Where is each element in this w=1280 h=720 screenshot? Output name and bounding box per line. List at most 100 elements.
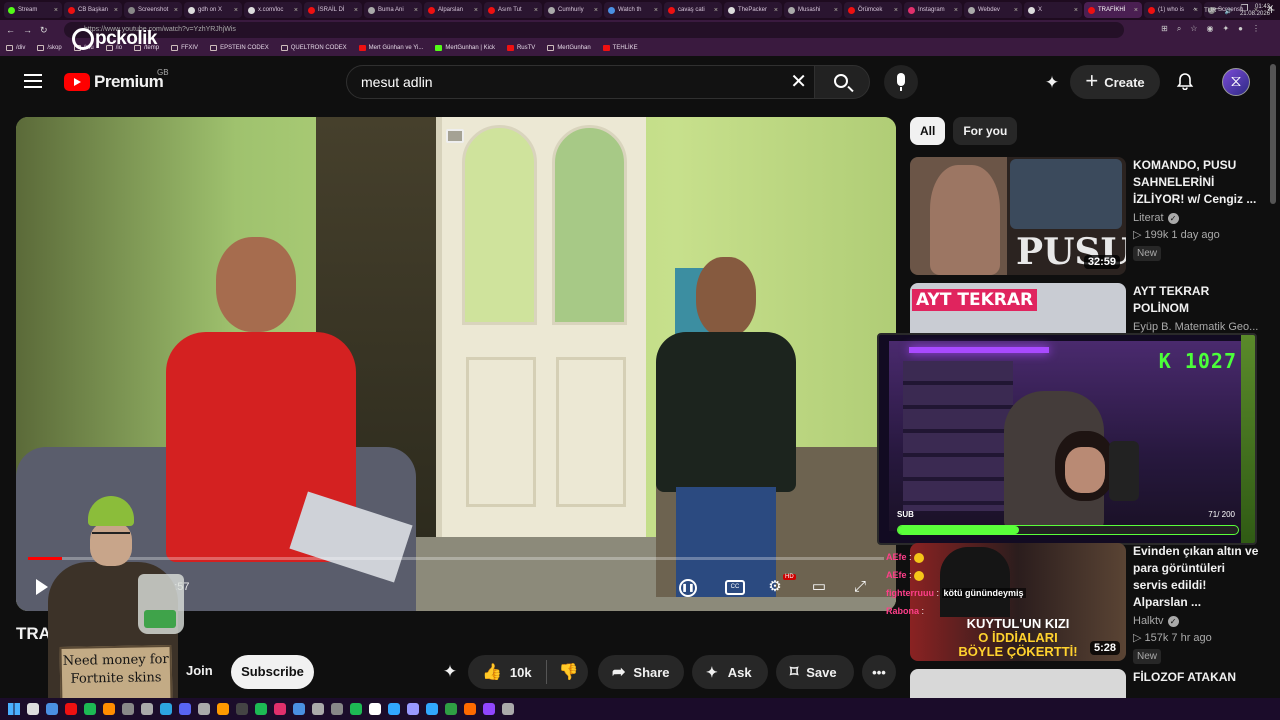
recommendation-item[interactable]: AYT TEKRAR AYT TEKRAR POLİNOM Eyüp B. Ma…	[910, 283, 1270, 333]
taskbar-app-icon[interactable]	[407, 703, 419, 715]
hamburger-menu-icon[interactable]	[24, 74, 42, 88]
tab-close-icon[interactable]: ×	[474, 7, 478, 14]
browser-tab[interactable]: Musashi ×	[784, 2, 842, 18]
url-field[interactable]: https://www.youtube.com/watch?v=YzhYRJhj…	[64, 22, 1124, 38]
taskbar-app-icon[interactable]	[502, 703, 514, 715]
taskbar-app-icon[interactable]	[27, 703, 39, 715]
tab-close-icon[interactable]: ×	[594, 7, 598, 14]
menu-icon[interactable]: ⋮	[1252, 24, 1260, 34]
tab-close-icon[interactable]: ×	[834, 7, 838, 14]
taskbar-app-icon[interactable]	[65, 703, 77, 715]
tab-close-icon[interactable]: ×	[894, 7, 898, 14]
autoplay-pause-icon[interactable]: ❚❚	[679, 579, 697, 597]
browser-tab[interactable]: Screenshot ×	[124, 2, 182, 18]
taskbar-app-icon[interactable]	[122, 703, 134, 715]
video-thumbnail[interactable]: PUSU 32:59	[910, 157, 1126, 275]
windows-start-icon[interactable]	[8, 703, 20, 715]
channel-name[interactable]: Halktv	[1133, 615, 1164, 627]
more-actions-button[interactable]: •••	[862, 655, 896, 689]
browser-tab[interactable]: Stream ×	[4, 2, 62, 18]
dislike-thumb-icon[interactable]: 👎	[559, 662, 579, 682]
tab-close-icon[interactable]: ×	[1074, 7, 1078, 14]
bookmark-item[interactable]: MertGunhan	[547, 45, 591, 51]
bookmark-item[interactable]: RusTV	[506, 45, 535, 51]
ask-button[interactable]: ✦ Ask	[692, 655, 768, 689]
bookmark-item[interactable]: MertGunhan | Kick	[435, 45, 495, 51]
tab-close-icon[interactable]: ×	[354, 7, 358, 14]
tab-close-icon[interactable]: ×	[714, 7, 718, 14]
bookmark-item[interactable]: FFXIV	[171, 45, 198, 51]
tab-close-icon[interactable]: ×	[1134, 7, 1138, 14]
tab-close-icon[interactable]: ×	[954, 7, 958, 14]
chevron-up-icon[interactable]: ^	[1193, 8, 1196, 14]
filter-chip[interactable]: For you	[953, 117, 1018, 145]
search-input[interactable]: mesut adlin ✕	[346, 65, 816, 99]
taskbar-app-icon[interactable]	[255, 703, 267, 715]
taskbar-app-icon[interactable]	[331, 703, 343, 715]
back-icon[interactable]: ←	[6, 25, 15, 35]
recommendation-title[interactable]: Evinden çıkan altın ve para görüntüleri …	[1133, 543, 1263, 611]
bookmark-item[interactable]: Mert Günhan ve Yi...	[358, 45, 423, 51]
extension-icon[interactable]: ◉	[1206, 24, 1213, 34]
bookmark-item[interactable]: TEHLİKE	[602, 45, 638, 51]
recommendation-title[interactable]: KOMANDO, PUSU SAHNELERİNİ İZLİYOR! w/ Ce…	[1133, 157, 1263, 208]
share-button[interactable]: ➦ Share	[598, 655, 684, 689]
browser-tab[interactable]: Örümcek ×	[844, 2, 902, 18]
profile-icon[interactable]: ●	[1238, 24, 1243, 34]
recommendation-title[interactable]: FİLOZOF ATAKAN	[1133, 669, 1263, 686]
recommendation-item[interactable]: PUSU 32:59 KOMANDO, PUSU SAHNELERİNİ İZL…	[910, 157, 1270, 277]
settings-gear-icon[interactable]: ⚙	[764, 577, 786, 597]
browser-tab[interactable]: CB Başkan ×	[64, 2, 122, 18]
browser-tab[interactable]: Instagram ×	[904, 2, 962, 18]
bookmark-item[interactable]: /skop	[37, 45, 62, 51]
taskbar-app-icon[interactable]	[426, 703, 438, 715]
clear-search-icon[interactable]: ✕	[790, 66, 807, 98]
taskbar-app-icon[interactable]	[312, 703, 324, 715]
page-scrollbar[interactable]	[1270, 64, 1276, 204]
taskbar-app-icon[interactable]	[293, 703, 305, 715]
taskbar-app-icon[interactable]	[217, 703, 229, 715]
puzzle-icon[interactable]: ✦	[1222, 24, 1229, 34]
forward-icon[interactable]: →	[23, 25, 32, 35]
notifications-bell-icon[interactable]	[1176, 72, 1194, 90]
channel-name[interactable]: Eyüp B. Matematik Geo...	[1133, 321, 1258, 333]
theater-mode-icon[interactable]: ▭	[808, 577, 830, 597]
tab-close-icon[interactable]: ×	[234, 7, 238, 14]
clock[interactable]: 01:43 21.08.2026	[1240, 4, 1270, 18]
tab-close-icon[interactable]: ×	[174, 7, 178, 14]
reload-icon[interactable]: ↻	[40, 25, 48, 36]
youtube-premium-logo[interactable]: Premium GB	[64, 68, 169, 92]
browser-tab[interactable]: İSRAİL Dİ ×	[304, 2, 362, 18]
tab-close-icon[interactable]: ×	[654, 7, 658, 14]
taskbar-app-icon[interactable]	[160, 703, 172, 715]
browser-tab[interactable]: X ×	[1024, 2, 1082, 18]
bookmark-item[interactable]: EPSTEIN CODEX	[210, 45, 269, 51]
tab-close-icon[interactable]: ×	[1014, 7, 1018, 14]
zoom-icon[interactable]: ⌕	[1177, 24, 1181, 34]
fullscreen-icon[interactable]: ⤢	[849, 577, 871, 597]
taskbar-app-icon[interactable]	[483, 703, 495, 715]
taskbar-app-icon[interactable]	[141, 703, 153, 715]
ask-ai-sparkle-icon[interactable]: ✦	[440, 662, 460, 682]
like-thumb-icon[interactable]: 👍	[482, 662, 502, 682]
taskbar-app-icon[interactable]	[388, 703, 400, 715]
browser-tab[interactable]: Asım Tut ×	[484, 2, 542, 18]
browser-tab[interactable]: Alparslan ×	[424, 2, 482, 18]
tab-close-icon[interactable]: ×	[774, 7, 778, 14]
tab-close-icon[interactable]: ×	[294, 7, 298, 14]
browser-tab[interactable]: ThePacker ×	[724, 2, 782, 18]
taskbar-app-icon[interactable]	[84, 703, 96, 715]
browser-tab[interactable]: Buma Ani ×	[364, 2, 422, 18]
bookmark-item[interactable]: /div	[6, 45, 25, 51]
translate-icon[interactable]: ⊞	[1161, 24, 1168, 34]
browser-tab[interactable]: cavaş cati ×	[664, 2, 722, 18]
taskbar-app-icon[interactable]	[198, 703, 210, 715]
channel-name[interactable]: Literat	[1133, 212, 1164, 224]
search-button[interactable]	[814, 65, 870, 99]
tab-close-icon[interactable]: ×	[534, 7, 538, 14]
browser-tab[interactable]: Watch th ×	[604, 2, 662, 18]
taskbar-app-icon[interactable]	[445, 703, 457, 715]
browser-tab[interactable]: gdh on X ×	[184, 2, 242, 18]
create-button[interactable]: + Create	[1070, 65, 1160, 99]
volume-icon[interactable]: 🔊	[1224, 8, 1231, 15]
